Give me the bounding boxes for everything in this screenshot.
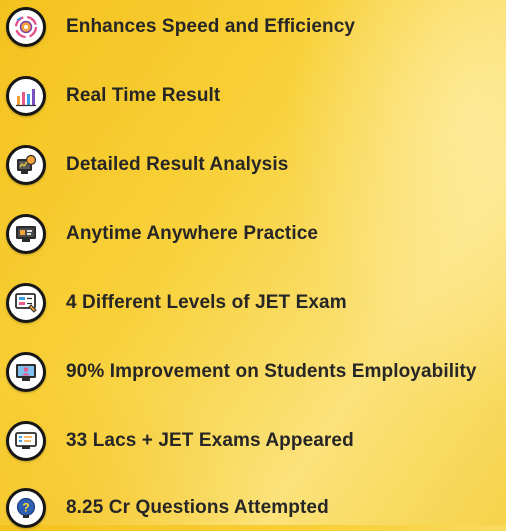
analysis-monitor-icon <box>6 145 46 185</box>
computer-practice-icon <box>6 214 46 254</box>
exam-screen-icon <box>6 283 46 323</box>
speed-gear-icon <box>6 7 46 47</box>
student-monitor-icon <box>6 352 46 392</box>
feature-label: Enhances Speed and Efficiency <box>66 16 356 37</box>
feature-label: 8.25 Cr Questions Attempted <box>66 497 329 518</box>
feature-item-detailed-analysis: Detailed Result Analysis <box>6 142 506 188</box>
feature-item-questions-attempted: ? 8.25 Cr Questions Attempted <box>6 485 506 531</box>
feature-item-anytime-practice: Anytime Anywhere Practice <box>6 211 506 257</box>
feature-label: Anytime Anywhere Practice <box>66 223 319 244</box>
feature-label: 4 Different Levels of JET Exam <box>66 292 347 313</box>
feature-item-employability: 90% Improvement on Students Employabilit… <box>6 349 506 395</box>
feature-item-jet-levels: 4 Different Levels of JET Exam <box>6 280 506 326</box>
svg-text:?: ? <box>22 501 29 515</box>
bar-chart-icon <box>6 76 46 116</box>
feature-label: Detailed Result Analysis <box>66 154 289 175</box>
feature-item-speed: Enhances Speed and Efficiency <box>6 4 506 50</box>
feature-label: 33 Lacs + JET Exams Appeared <box>66 430 354 451</box>
feature-item-real-time-result: Real Time Result <box>6 73 506 119</box>
question-bulb-icon: ? <box>6 488 46 528</box>
exam-document-icon <box>6 421 46 461</box>
feature-item-exams-appeared: 33 Lacs + JET Exams Appeared <box>6 418 506 464</box>
feature-list: Enhances Speed and Efficiency Real Time … <box>0 0 506 528</box>
feature-label: Real Time Result <box>66 85 221 106</box>
feature-label: 90% Improvement on Students Employabilit… <box>66 361 477 382</box>
